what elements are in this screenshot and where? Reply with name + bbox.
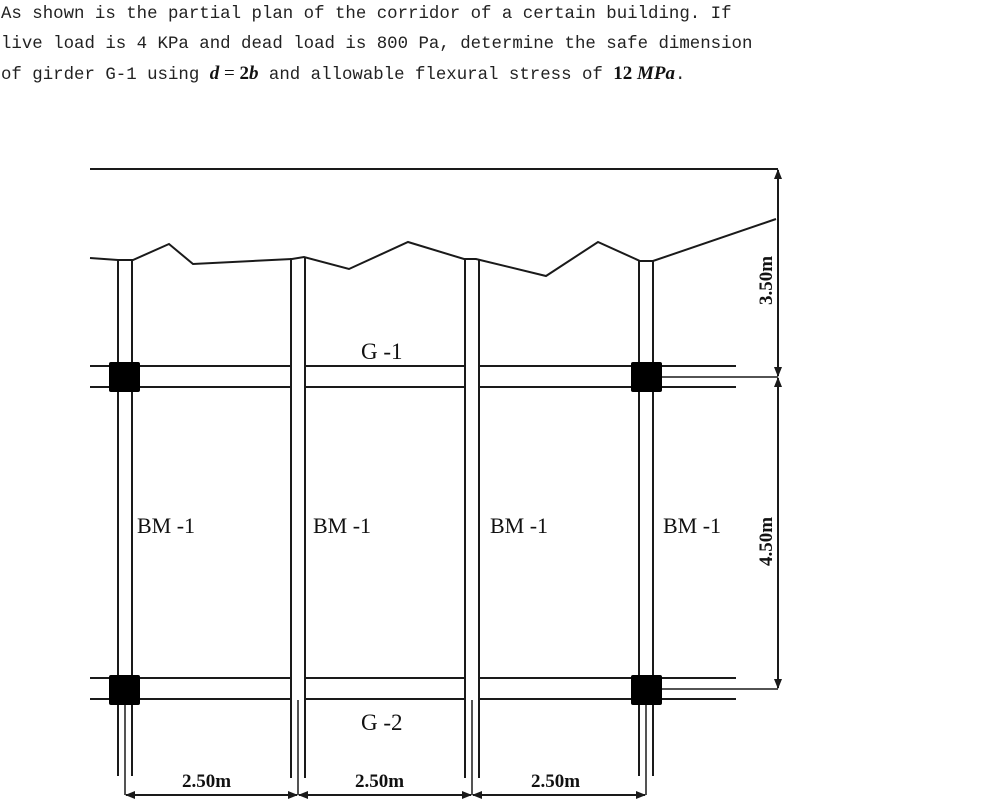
column-bottom-right <box>631 675 662 705</box>
girder-label-g2: G -2 <box>361 710 403 735</box>
dimension-label-4-50m: 4.50m <box>756 517 777 566</box>
beam-label: BM -1 <box>137 513 195 538</box>
break-line <box>89 218 777 278</box>
corridor-plan-diagram: G -1 G -2 BM -1 BM -1 BM -1 BM -1 2.50m … <box>89 168 782 799</box>
girder-label-g1: G -1 <box>361 339 403 364</box>
beam-label: BM -1 <box>663 513 721 538</box>
dimension-label-span-1: 2.50m <box>182 771 231 792</box>
column-top-right <box>631 362 662 392</box>
dimension-label-span-2: 2.50m <box>355 771 404 792</box>
beam-2 <box>290 257 306 778</box>
dimension-label-3-50m: 3.50m <box>756 256 777 305</box>
dimension-label-span-3: 2.50m <box>531 771 580 792</box>
beam-label: BM -1 <box>490 513 548 538</box>
column-bottom-left <box>109 675 140 705</box>
column-top-left <box>109 362 140 392</box>
beam-label: BM -1 <box>313 513 371 538</box>
